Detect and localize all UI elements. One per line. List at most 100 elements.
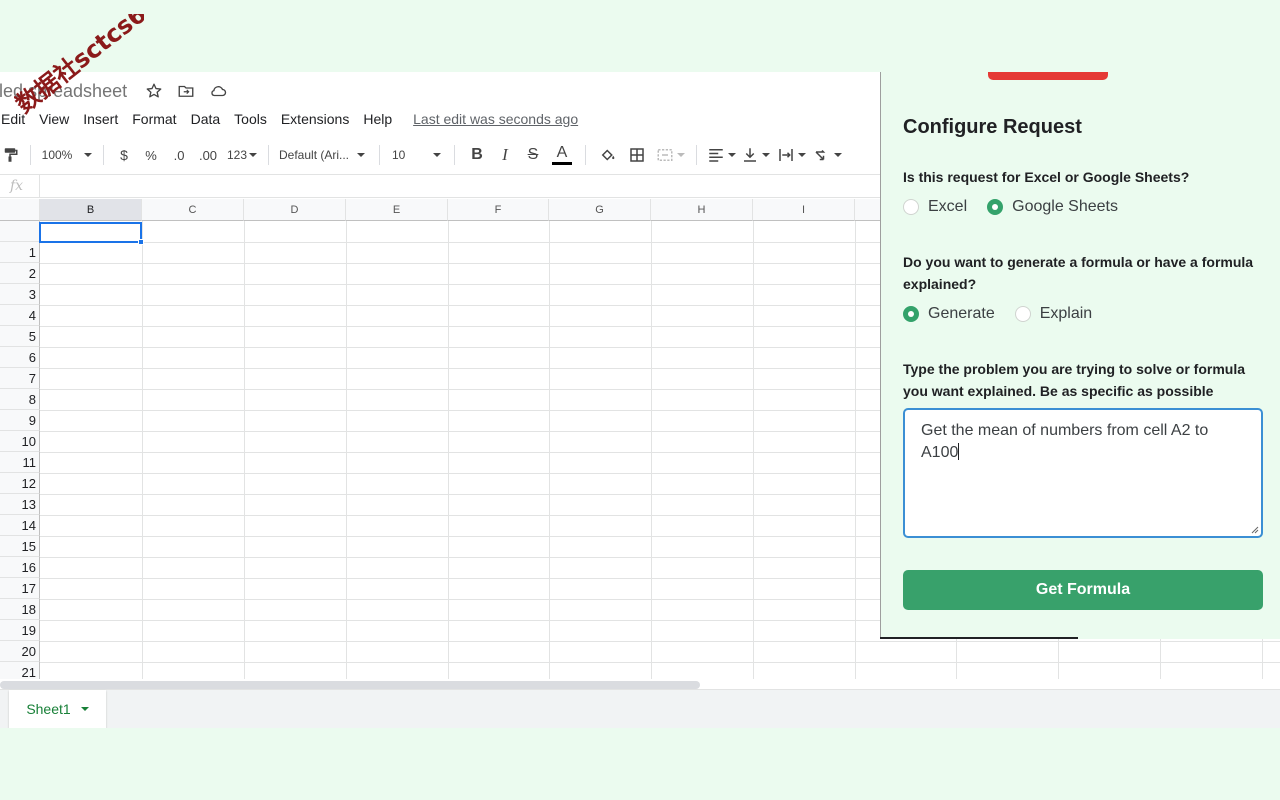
zoom-select[interactable]: 100% [39,143,95,167]
chevron-down-icon[interactable] [80,707,89,711]
row-header[interactable]: 4 [0,305,40,326]
grid-line [142,221,143,682]
text-wrapping-icon[interactable] [773,143,809,167]
radio-label: Excel [928,198,968,215]
radio-button-checked[interactable] [987,199,1004,215]
star-icon[interactable] [145,82,163,100]
text-color-swatch [552,162,572,165]
more-formats-button[interactable]: 123 [224,143,260,167]
platform-radio-group: Excel Google Sheets [903,198,1138,216]
horizontal-scrollbar[interactable] [0,679,1280,689]
radio-excel[interactable]: Excel [903,198,967,216]
row-header[interactable]: 9 [0,410,40,431]
menu-help[interactable]: Help [363,111,392,127]
cloud-status-icon[interactable] [209,82,227,100]
question-platform: Is this request for Excel or Google Shee… [903,169,1190,185]
row-header[interactable]: 11 [0,452,40,473]
row-header[interactable]: 15 [0,536,40,557]
decrease-decimal-button[interactable]: .0 [166,143,192,167]
row-header[interactable]: 18 [0,599,40,620]
question-mode: Do you want to generate a formula or hav… [903,254,1254,292]
font-value: Default (Ari... [279,148,350,162]
text-cursor [958,443,960,460]
menu-tools[interactable]: Tools [234,111,267,127]
chevron-down-icon [433,153,442,157]
sheet-tab-sheet1[interactable]: Sheet1 [9,690,106,728]
row-header[interactable]: 13 [0,494,40,515]
radio-button[interactable] [903,199,919,215]
scrollbar-thumb[interactable] [0,681,700,689]
fill-handle[interactable] [138,239,144,245]
vertical-align-icon[interactable] [737,143,773,167]
configure-request-panel: Configure Request Is this request for Ex… [880,72,1280,639]
watermark-text: 数据社sctcs66 [14,14,144,119]
chevron-down-icon [249,153,258,157]
row-header[interactable]: 20 [0,641,40,662]
grid-line [244,221,245,682]
toolbar-divider [30,145,31,165]
row-header[interactable]: 16 [0,557,40,578]
percent-button[interactable]: % [136,143,166,167]
row-header[interactable]: 8 [0,389,40,410]
italic-button[interactable]: I [491,143,519,167]
text-rotation-icon[interactable] [809,143,845,167]
menu-extensions[interactable]: Extensions [281,111,349,127]
bold-button[interactable]: B [463,143,491,167]
problem-textarea[interactable]: Get the mean of numbers from cell A2 to … [903,408,1263,538]
sheet-tab-label: Sheet1 [26,701,71,717]
fx-label: fx [10,175,40,197]
font-select[interactable]: Default (Ari... [277,143,371,167]
menu-data[interactable]: Data [191,111,221,127]
paint-format-icon[interactable] [0,143,22,167]
chevron-down-icon [833,153,842,157]
radio-explain[interactable]: Explain [1014,305,1092,323]
radio-button[interactable] [1014,306,1031,322]
column-header-f[interactable]: F [448,199,549,221]
active-cell[interactable] [39,222,142,243]
panel-top-button-edge[interactable] [988,72,1108,80]
panel-title: Configure Request [903,116,1082,138]
grid-line [855,221,856,682]
row-header[interactable]: 5 [0,326,40,347]
column-header-e[interactable]: E [346,199,448,221]
row-header[interactable]: 1 [0,242,40,263]
panel-bottom-line [880,637,1078,639]
row-header[interactable]: 19 [0,620,40,641]
row-header[interactable]: 14 [0,515,40,536]
horizontal-align-icon[interactable] [705,143,737,167]
strikethrough-button[interactable]: S [519,143,547,167]
row-header-0[interactable] [0,221,40,242]
fill-color-icon[interactable] [594,143,622,167]
get-formula-button[interactable]: Get Formula [903,570,1263,610]
font-size-select[interactable]: 10 [388,143,446,167]
row-header[interactable]: 12 [0,473,40,494]
chevron-down-icon [727,153,736,157]
chevron-down-icon [797,153,806,157]
column-header-g[interactable]: G [549,199,651,221]
row-header[interactable]: 6 [0,347,40,368]
grid-line [346,221,347,682]
select-all-corner[interactable] [0,199,40,221]
row-header[interactable]: 2 [0,263,40,284]
column-header-b[interactable]: B [40,199,142,221]
column-header-c[interactable]: C [142,199,244,221]
row-header[interactable]: 3 [0,284,40,305]
text-color-button[interactable]: A [547,143,577,167]
increase-decimal-button[interactable]: .00 [192,143,224,167]
last-edit-link[interactable]: Last edit was seconds ago [413,111,578,127]
toolbar-divider [696,145,697,165]
radio-generate[interactable]: Generate [903,305,995,323]
merge-cells-icon[interactable] [652,143,688,167]
row-header[interactable]: 7 [0,368,40,389]
radio-button-checked[interactable] [903,306,919,322]
radio-google-sheets[interactable]: Google Sheets [987,198,1118,216]
currency-button[interactable]: $ [112,143,136,167]
row-header[interactable]: 10 [0,431,40,452]
borders-icon[interactable] [622,143,652,167]
resize-handle-icon[interactable] [1251,526,1259,534]
column-header-d[interactable]: D [244,199,346,221]
move-folder-icon[interactable] [177,82,195,100]
row-header[interactable]: 17 [0,578,40,599]
column-header-i[interactable]: I [753,199,855,221]
column-header-h[interactable]: H [651,199,753,221]
